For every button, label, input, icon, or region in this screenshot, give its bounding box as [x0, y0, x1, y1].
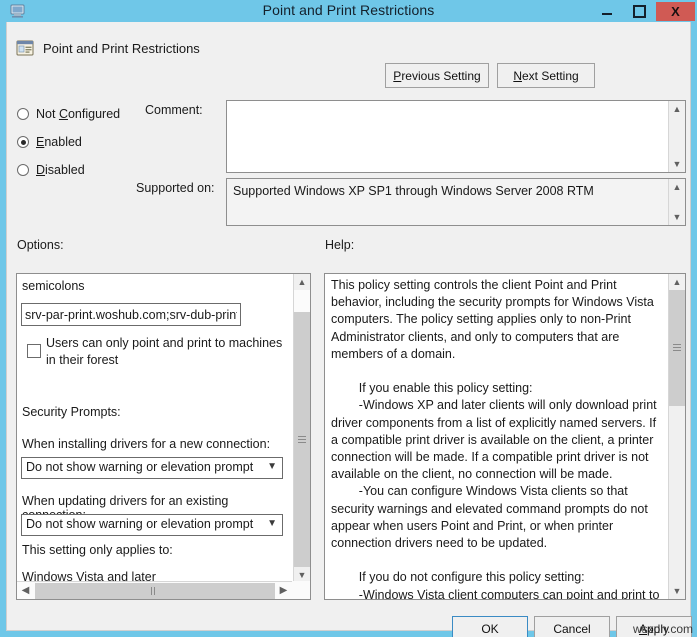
supported-on-scrollbar[interactable]: ▲ ▼	[668, 179, 685, 225]
scroll-grip-icon	[151, 587, 159, 595]
help-vertical-scrollbar[interactable]: ▲ ▼	[668, 274, 685, 599]
previous-setting-button[interactable]: Previous Setting	[385, 63, 489, 88]
scroll-down-icon[interactable]: ▼	[669, 583, 685, 599]
radio-disabled[interactable]: Disabled	[17, 163, 85, 177]
help-section-label: Help:	[325, 238, 355, 252]
scroll-up-icon[interactable]: ▲	[669, 179, 685, 195]
options-panel: semicolons Users can only point and prin…	[16, 273, 311, 600]
install-drivers-label: When installing drivers for a new connec…	[22, 437, 271, 451]
dialog-client-area: Point and Print Restrictions Previous Se…	[6, 22, 692, 637]
forest-only-checkbox[interactable]	[27, 344, 41, 358]
scroll-down-icon[interactable]: ▼	[669, 156, 685, 172]
radio-disabled-mark	[17, 164, 29, 176]
ok-button[interactable]: OK	[452, 616, 528, 637]
scroll-grip-icon	[673, 344, 681, 352]
radio-not-configured-label: Not Configured	[36, 107, 121, 121]
next-setting-accel: N	[513, 68, 522, 83]
scroll-down-icon[interactable]: ▼	[669, 209, 685, 225]
help-panel: This policy setting controls the client …	[324, 273, 686, 600]
scroll-right-icon[interactable]: ▶	[275, 582, 292, 599]
radio-not-configured[interactable]: Not Configured	[17, 107, 120, 121]
maximize-icon	[632, 5, 646, 18]
title-bar: Point and Print Restrictions X	[0, 0, 697, 22]
page-title: Point and Print Restrictions	[43, 41, 200, 56]
radio-enabled[interactable]: Enabled	[17, 135, 82, 149]
options-hscroll-thumb[interactable]	[35, 583, 275, 599]
chevron-down-icon: ▼	[267, 518, 277, 529]
update-drivers-dropdown[interactable]: Do not show warning or elevation prompt …	[21, 514, 283, 536]
comment-label: Comment:	[145, 103, 203, 117]
cancel-button[interactable]: Cancel	[534, 616, 610, 637]
maximize-button[interactable]	[624, 2, 654, 21]
options-vertical-scrollbar[interactable]: ▲ ▼	[293, 274, 310, 583]
radio-enabled-label: Enabled	[36, 135, 82, 149]
options-horizontal-scrollbar[interactable]: ◀ ▶	[17, 581, 310, 599]
chevron-down-icon: ▼	[267, 461, 277, 472]
scrollbar-corner	[292, 581, 310, 599]
scroll-up-icon[interactable]: ▲	[294, 274, 310, 290]
scroll-up-icon[interactable]: ▲	[669, 101, 685, 117]
scroll-up-icon[interactable]: ▲	[669, 274, 685, 290]
next-setting-label: ext Setting	[521, 68, 579, 83]
comment-textarea[interactable]: ▲ ▼	[226, 100, 686, 173]
options-scroll-thumb[interactable]	[294, 312, 310, 567]
install-drivers-dropdown[interactable]: Do not show warning or elevation prompt …	[21, 457, 283, 479]
minimize-icon	[602, 13, 612, 15]
help-scroll-thumb[interactable]	[669, 290, 685, 406]
server-names-input[interactable]	[21, 303, 241, 326]
close-button[interactable]: X	[656, 2, 695, 21]
applies-to-label: This setting only applies to:	[22, 543, 173, 557]
options-section-label: Options:	[17, 238, 64, 252]
install-drivers-value: Do not show warning or elevation prompt	[26, 460, 254, 474]
setting-icon	[15, 38, 35, 58]
watermark: wsxdn.com	[632, 622, 693, 636]
radio-enabled-mark	[17, 136, 29, 148]
options-content: semicolons Users can only point and prin…	[17, 274, 294, 583]
supported-on-field: Supported Windows XP SP1 through Windows…	[226, 178, 686, 226]
supported-on-value: Supported Windows XP SP1 through Windows…	[233, 184, 594, 198]
update-drivers-value: Do not show warning or elevation prompt	[26, 517, 254, 531]
security-prompts-heading: Security Prompts:	[22, 405, 121, 419]
semicolons-hint-text: semicolons	[22, 279, 85, 293]
radio-disabled-label: Disabled	[36, 163, 85, 177]
previous-setting-label: revious Setting	[401, 68, 481, 83]
minimize-button[interactable]	[592, 2, 622, 21]
supported-on-label: Supported on:	[136, 181, 215, 195]
forest-only-label: Users can only point and print to machin…	[46, 336, 283, 367]
scroll-grip-icon	[298, 435, 306, 444]
radio-not-configured-mark	[17, 108, 29, 120]
comment-scrollbar[interactable]: ▲ ▼	[668, 101, 685, 172]
point-and-print-restrictions-dialog: Point and Print Restrictions X Point and…	[0, 0, 697, 637]
scroll-left-icon[interactable]: ◀	[17, 582, 34, 599]
next-setting-button[interactable]: Next Setting	[497, 63, 595, 88]
help-text: This policy setting controls the client …	[331, 278, 660, 600]
